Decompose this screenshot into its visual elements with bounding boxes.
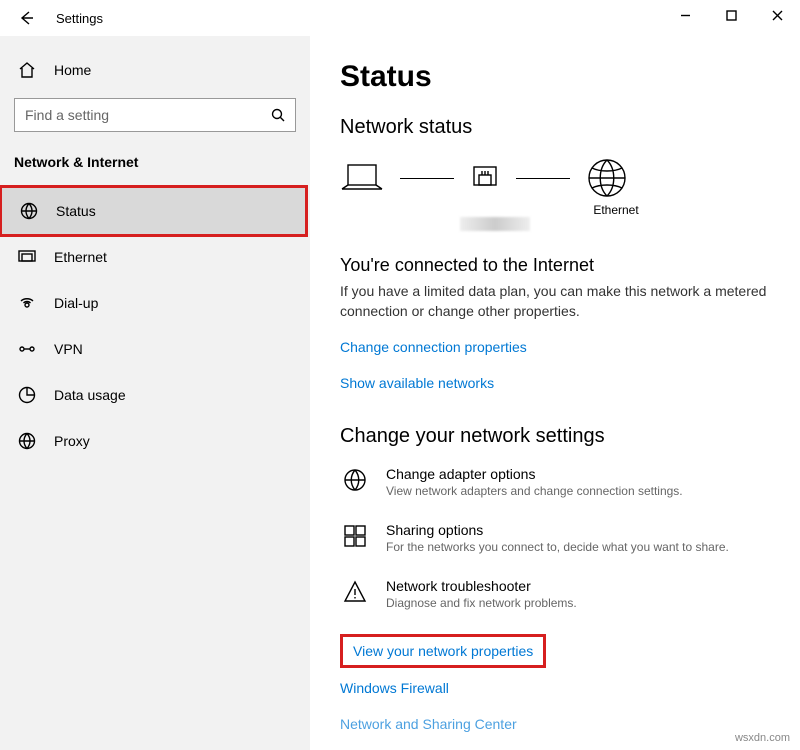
watermark: wsxdn.com xyxy=(735,732,790,744)
diagram-ethernet-label: Ethernet xyxy=(462,203,770,217)
globe-large-icon xyxy=(586,157,628,199)
adapter-options-icon xyxy=(343,468,367,492)
connector-line xyxy=(400,178,454,179)
vpn-icon xyxy=(18,340,36,358)
connected-description: If you have a limited data plan, you can… xyxy=(340,282,770,321)
sidebar-item-label: VPN xyxy=(54,341,83,357)
sidebar-item-ethernet[interactable]: Ethernet xyxy=(0,234,310,280)
search-icon xyxy=(271,108,285,122)
window-controls xyxy=(662,0,800,30)
option-troubleshooter[interactable]: Network troubleshooter Diagnose and fix … xyxy=(340,578,770,610)
link-windows-firewall[interactable]: Windows Firewall xyxy=(340,680,770,696)
section-network-status: Network status xyxy=(340,116,770,139)
option-desc: Diagnose and fix network problems. xyxy=(386,596,577,610)
option-sharing[interactable]: Sharing options For the networks you con… xyxy=(340,522,770,554)
option-title: Sharing options xyxy=(386,522,729,538)
proxy-icon xyxy=(18,432,36,450)
option-title: Change adapter options xyxy=(386,466,683,482)
connector-line xyxy=(516,178,570,179)
ethernet-icon xyxy=(18,248,36,266)
home-icon xyxy=(18,61,36,79)
option-title: Network troubleshooter xyxy=(386,578,577,594)
close-button[interactable] xyxy=(754,0,800,30)
search-placeholder: Find a setting xyxy=(25,107,109,123)
sidebar-item-status[interactable]: Status xyxy=(2,188,305,234)
sidebar-item-dialup[interactable]: Dial-up xyxy=(0,280,310,326)
main-content: Status Network status Ethernet You're co… xyxy=(310,36,800,750)
sidebar-item-datausage[interactable]: Data usage xyxy=(0,372,310,418)
option-desc: View network adapters and change connect… xyxy=(386,484,683,498)
data-usage-icon xyxy=(18,386,36,404)
window-title: Settings xyxy=(56,11,103,26)
sidebar-item-proxy[interactable]: Proxy xyxy=(0,418,310,464)
sidebar-home[interactable]: Home xyxy=(0,48,310,92)
link-show-available-networks[interactable]: Show available networks xyxy=(340,375,770,391)
sharing-options-icon xyxy=(343,524,367,548)
close-icon xyxy=(772,10,783,21)
blurred-network-name xyxy=(460,217,530,231)
sidebar-item-label: Ethernet xyxy=(54,249,107,265)
sidebar: Home Find a setting Network & Internet S… xyxy=(0,36,310,750)
sidebar-item-label: Proxy xyxy=(54,433,90,449)
sidebar-section-title: Network & Internet xyxy=(0,146,310,188)
sidebar-item-label: Data usage xyxy=(54,387,126,403)
maximize-button[interactable] xyxy=(708,0,754,30)
search-input[interactable]: Find a setting xyxy=(14,98,296,132)
dialup-icon xyxy=(18,294,36,312)
section-change-settings: Change your network settings xyxy=(340,425,770,448)
sidebar-item-vpn[interactable]: VPN xyxy=(0,326,310,372)
link-view-network-properties[interactable]: View your network properties xyxy=(340,634,546,668)
globe-icon xyxy=(20,202,38,220)
connected-title: You're connected to the Internet xyxy=(340,255,770,276)
troubleshooter-icon xyxy=(343,580,367,604)
network-diagram xyxy=(340,157,770,199)
ethernet-adapter-icon xyxy=(470,161,500,195)
sidebar-item-label: Status xyxy=(56,203,96,219)
option-desc: For the networks you connect to, decide … xyxy=(386,540,729,554)
page-title: Status xyxy=(340,60,770,94)
maximize-icon xyxy=(726,10,737,21)
laptop-icon xyxy=(340,161,384,195)
minimize-icon xyxy=(680,10,691,21)
option-adapter[interactable]: Change adapter options View network adap… xyxy=(340,466,770,498)
sidebar-home-label: Home xyxy=(54,62,91,78)
back-button[interactable] xyxy=(14,6,38,30)
arrow-left-icon xyxy=(17,9,35,27)
link-network-sharing-center[interactable]: Network and Sharing Center xyxy=(340,716,770,732)
sidebar-item-label: Dial-up xyxy=(54,295,98,311)
link-change-connection-properties[interactable]: Change connection properties xyxy=(340,339,770,355)
minimize-button[interactable] xyxy=(662,0,708,30)
